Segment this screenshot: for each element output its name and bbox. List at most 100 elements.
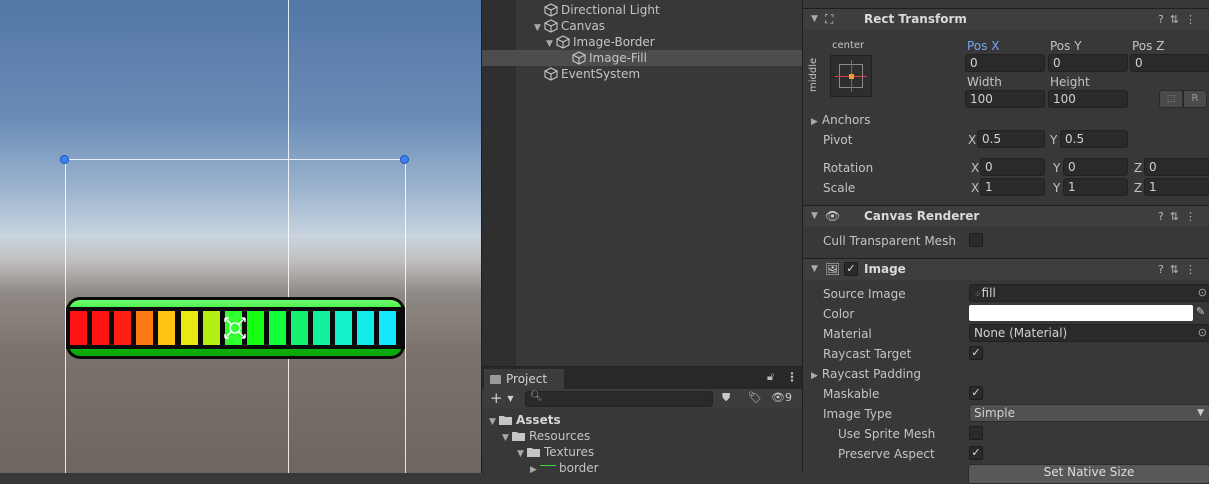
rect-right-edge: [405, 159, 406, 473]
pivot-label: Pivot: [823, 133, 853, 147]
fill-segment: [246, 311, 264, 345]
project-folder-resources[interactable]: ▼ Resources: [482, 428, 590, 444]
hierarchy-panel: Directional Light ▼ Canvas ▼ Image-Border …: [481, 0, 803, 366]
source-image-field[interactable]: ⁘fill ⊙: [969, 284, 1209, 302]
scale-label: Scale: [823, 181, 856, 195]
eyedropper-icon[interactable]: ✎: [1196, 305, 1205, 318]
canvas-renderer-header[interactable]: ▼ 👁︎ Canvas Renderer ?⇅⋮: [803, 205, 1209, 227]
pivot-gizmo-icon[interactable]: [223, 316, 247, 340]
scene-view[interactable]: [0, 0, 481, 473]
filter-by-label-icon[interactable]: 🏷︎: [748, 391, 762, 404]
hierarchy-item-directional-light[interactable]: Directional Light: [482, 2, 803, 18]
project-item-label: Textures: [544, 445, 595, 459]
anchors-label: Anchors: [821, 113, 871, 127]
component-header-icons[interactable]: ?⇅⋮: [1158, 259, 1202, 280]
pivot-x-axis-label: X: [968, 133, 977, 147]
color-swatch[interactable]: [969, 305, 1193, 321]
hierarchy-item-label: Canvas: [561, 19, 606, 33]
rotation-x-field[interactable]: 0: [980, 158, 1045, 176]
hierarchy-item-canvas[interactable]: ▼ Canvas: [482, 18, 803, 34]
pivot-y-field[interactable]: 0.5: [1060, 130, 1128, 148]
anchor-presets-button[interactable]: [830, 55, 872, 97]
raycast-target-checkbox[interactable]: ✓: [969, 346, 983, 360]
width-field[interactable]: 100: [965, 90, 1045, 108]
project-tab[interactable]: Project: [484, 369, 564, 389]
fill-segment: [136, 311, 154, 345]
scale-y-axis-label: Y: [1053, 181, 1061, 195]
scale-y-field[interactable]: 1: [1063, 178, 1128, 196]
lock-icon[interactable]: 🔓︎: [767, 370, 774, 384]
use-sprite-mesh-label: Use Sprite Mesh: [838, 427, 936, 441]
fill-segment: [158, 311, 176, 345]
scale-z-axis-label: Z: [1134, 181, 1143, 195]
hierarchy-item-label: EventSystem: [561, 67, 641, 81]
blueprint-mode-button[interactable]: ⬚: [1159, 90, 1183, 108]
project-folder-assets[interactable]: ▼ Assets: [482, 412, 561, 428]
more-options-icon[interactable]: ⋮: [786, 370, 798, 384]
height-field[interactable]: 100: [1048, 90, 1128, 108]
hidden-count: 9: [784, 391, 792, 404]
project-folder-textures[interactable]: ▼ Textures: [482, 444, 594, 460]
raycast-padding-foldout[interactable]: ▶ Raycast Padding: [811, 366, 921, 384]
expand-triangle-icon[interactable]: ▶: [530, 462, 540, 478]
height-label: Height: [1050, 75, 1090, 89]
pos-z-field[interactable]: 0: [1130, 54, 1209, 72]
rotation-z-field[interactable]: 0: [1144, 158, 1209, 176]
pivot-x-field[interactable]: 0.5: [977, 130, 1045, 148]
sprite-icon: ⁘: [974, 290, 982, 300]
set-native-size-button[interactable]: Set Native Size: [968, 464, 1209, 484]
pos-x-field[interactable]: 0: [965, 54, 1045, 72]
rect-handle-top-right[interactable]: [400, 155, 409, 164]
component-header-icons[interactable]: ?⇅⋮: [1158, 206, 1202, 227]
hierarchy-item-eventsystem[interactable]: EventSystem: [482, 66, 803, 82]
rotation-x-axis-label: X: [971, 161, 980, 175]
component-header-icons[interactable]: ?⇅⋮: [1158, 9, 1202, 30]
image-header[interactable]: ▼ 🖼︎ ✓ Image ?⇅⋮: [803, 258, 1209, 280]
hierarchy-item-image-border[interactable]: ▼ Image-Border: [482, 34, 803, 50]
project-tab-bar: Project 🔓︎ ⋮: [482, 367, 803, 389]
foldout-icon[interactable]: ▼: [811, 259, 818, 280]
folder-icon: [527, 448, 540, 457]
scale-z-field[interactable]: 1: [1144, 178, 1209, 196]
image-type-dropdown[interactable]: Simple ▼: [969, 404, 1209, 422]
fill-segment: [70, 311, 87, 345]
project-search-input[interactable]: 🔍︎: [525, 391, 713, 407]
object-picker-icon[interactable]: ⊙: [1198, 285, 1207, 301]
cull-transparent-mesh-checkbox[interactable]: [969, 233, 983, 247]
hidden-packages-icon[interactable]: 👁︎9: [771, 391, 792, 404]
rect-transform-icon: ⛶: [825, 12, 834, 26]
use-sprite-mesh-checkbox[interactable]: [969, 426, 983, 440]
rotation-y-field[interactable]: 0: [1063, 158, 1128, 176]
image-enabled-checkbox[interactable]: ✓: [844, 262, 858, 276]
image-type-label: Image Type: [823, 407, 892, 421]
hierarchy-item-image-fill[interactable]: Image-Fill: [482, 50, 803, 66]
rect-transform-header[interactable]: ▼ ⛶ Rect Transform ?⇅⋮: [803, 8, 1209, 30]
hierarchy-item-label: Image-Border: [573, 35, 655, 49]
pos-x-label: Pos X: [967, 39, 1000, 53]
project-toolbar: + ▼ 🔍︎ ⛊ 🏷︎ 👁︎9: [482, 389, 803, 409]
project-item-label: Resources: [529, 429, 591, 443]
color-label: Color: [823, 307, 855, 321]
folder-icon: [512, 432, 525, 441]
project-tab-icon: [490, 375, 501, 384]
fill-segment: [114, 311, 132, 345]
gameobject-icon: [572, 51, 586, 65]
gameobject-icon: [544, 3, 558, 17]
image-type-value: Simple: [974, 406, 1015, 420]
raw-edit-button[interactable]: R: [1183, 90, 1207, 108]
maskable-checkbox[interactable]: ✓: [969, 386, 983, 400]
project-asset-border[interactable]: ▶ border: [482, 460, 599, 476]
pos-y-field[interactable]: 0: [1048, 54, 1128, 72]
material-field[interactable]: None (Material) ⊙: [969, 324, 1209, 342]
scale-x-field[interactable]: 1: [980, 178, 1045, 196]
cull-transparent-mesh-label: Cull Transparent Mesh: [823, 234, 956, 248]
filter-by-type-icon[interactable]: ⛊: [722, 391, 730, 405]
object-picker-icon[interactable]: ⊙: [1198, 325, 1207, 341]
foldout-icon[interactable]: ▼: [811, 206, 818, 227]
create-add-icon[interactable]: + ▼: [490, 389, 514, 408]
rect-handle-top-left[interactable]: [60, 155, 69, 164]
fill-segment: [268, 311, 286, 345]
anchors-foldout[interactable]: ▶ Anchors: [811, 112, 870, 130]
preserve-aspect-checkbox[interactable]: ✓: [969, 446, 983, 460]
foldout-icon[interactable]: ▼: [811, 9, 818, 30]
